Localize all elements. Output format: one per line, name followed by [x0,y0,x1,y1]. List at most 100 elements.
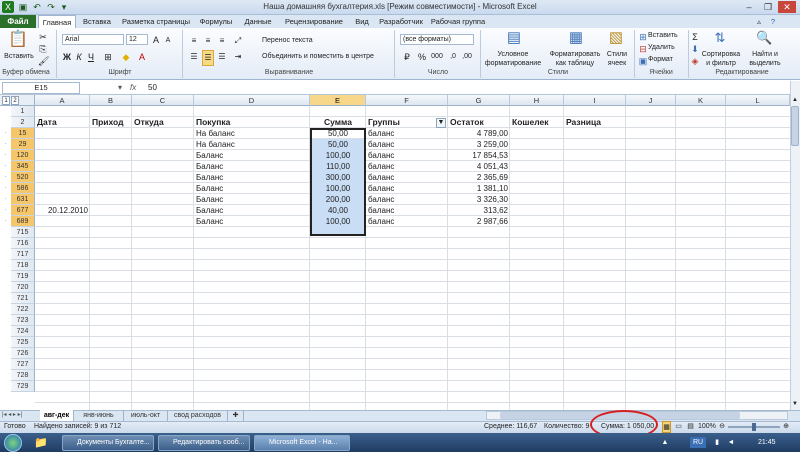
cell-purchase[interactable]: Баланс [194,161,310,172]
header-cell[interactable]: Сумма [310,117,366,128]
restore-icon[interactable]: ❐ [759,1,777,13]
conditional-format-button[interactable]: Условное форматирование [484,50,542,68]
column-header-g[interactable]: G [448,95,510,106]
sheet-tab-svod[interactable]: свод расходов [168,410,228,421]
row-header[interactable]: 727 [11,359,35,370]
column-header-j[interactable]: J [626,95,676,106]
tab-insert[interactable]: Вставка [78,15,116,28]
tab-home[interactable]: Главная [38,15,76,28]
explorer-icon[interactable]: 📁 [34,436,48,450]
decrease-font-icon[interactable]: A [162,34,174,48]
cell-balance[interactable]: 17 854,53 [448,150,510,161]
zoom-slider-thumb[interactable] [752,423,756,431]
cell-group[interactable]: баланс [366,205,448,216]
sheet-tab-yanv-iyun[interactable]: янв-июнь [74,410,124,421]
vertical-scroll-thumb[interactable] [791,106,799,146]
orientation-icon[interactable]: ⤢ [232,34,244,48]
merge-center-button[interactable]: Объединить и поместить в центре [262,52,390,61]
header-cell[interactable]: Покупка [194,117,310,128]
format-as-table-button[interactable]: Форматировать как таблицу [546,50,604,68]
insert-sheet-icon[interactable]: ✚ [228,410,244,421]
row-header[interactable]: 724 [11,326,35,337]
cell-purchase[interactable]: Баланс [194,205,310,216]
scroll-up-icon[interactable]: ▲ [791,96,799,105]
row-header[interactable]: 719 [11,271,35,282]
format-painter-icon[interactable]: 🖌 [38,54,49,68]
taskbar-item-excel[interactable]: Microsoft Excel - На... [254,435,350,451]
row-header[interactable]: 718 [11,260,35,271]
align-center-icon[interactable]: ☰ [202,50,214,66]
sort-filter-button[interactable]: Сортировка и фильтр [700,50,742,68]
thousands-icon[interactable]: 000 [430,50,444,64]
cell-purchase[interactable]: На баланс [194,128,310,139]
cell-balance[interactable]: 313,62 [448,205,510,216]
page-layout-view-icon[interactable]: ▭ [674,421,683,433]
cell-balance[interactable]: 3 326,30 [448,194,510,205]
paste-icon[interactable]: 📋 [8,32,28,48]
scroll-down-icon[interactable]: ▼ [791,400,799,409]
zoom-in-icon[interactable]: ⊕ [782,421,790,433]
row-header[interactable]: 723 [11,315,35,326]
header-cell[interactable]: Разница [564,117,626,128]
cell-styles-icon[interactable]: ▧ [606,30,626,45]
zoom-level[interactable]: 100% [698,421,716,433]
sort-filter-icon[interactable]: ⇅ [712,31,728,45]
font-size-select[interactable]: 12 [126,34,148,45]
minimize-icon[interactable]: – [740,1,758,13]
cell-group[interactable]: баланс [366,172,448,183]
cell-purchase[interactable]: Баланс [194,194,310,205]
align-top-icon[interactable]: ≡ [188,34,200,48]
row-header[interactable]: 717 [11,249,35,260]
tray-up-arrow-icon[interactable]: ▲ [660,433,670,452]
header-cell[interactable]: Откуда [132,117,194,128]
header-cell[interactable]: Кошелек [510,117,564,128]
row-header[interactable]: 520 [11,172,35,183]
cell-group[interactable]: баланс [366,150,448,161]
cell-group[interactable]: баланс [366,194,448,205]
find-select-icon[interactable]: 🔍 [756,31,772,45]
cell-purchase[interactable]: Баланс [194,183,310,194]
format-as-table-icon[interactable]: ▦ [566,30,586,45]
cell-purchase[interactable]: Баланс [194,216,310,227]
font-name-select[interactable]: Arial [62,34,124,45]
header-cell[interactable]: Приход [90,117,132,128]
cell-date[interactable] [35,172,90,183]
tab-workgroup[interactable]: Рабочая группа [428,15,488,28]
cell-date[interactable] [35,139,90,150]
cell-balance[interactable]: 1 381,10 [448,183,510,194]
start-button-icon[interactable] [4,434,22,452]
clock[interactable]: 21:45 [758,433,776,452]
formula-input[interactable]: 50 [148,82,157,94]
fill-color-icon[interactable]: ◆ [120,50,132,64]
paste-button[interactable]: Вставить [2,52,36,61]
cell-purchase[interactable]: Баланс [194,150,310,161]
tab-data[interactable]: Данные [238,15,278,28]
currency-icon[interactable]: ₽ [400,50,414,64]
cell-balance[interactable]: 4 051,43 [448,161,510,172]
taskbar-item-edit-message[interactable]: Редактировать сооб... [158,435,250,451]
percent-icon[interactable]: % [416,50,428,64]
name-box[interactable]: E15 [2,82,80,94]
number-format-select[interactable]: (все форматы) [400,34,474,45]
row-header[interactable]: 729 [11,381,35,392]
increase-decimal-icon[interactable]: ,0 [446,50,460,64]
align-left-icon[interactable]: ☰ [188,50,200,64]
insert-function-icon[interactable]: fx [130,81,144,95]
underline-icon[interactable]: Ч [86,50,96,64]
taskbar-item-documents[interactable]: Документы Бухгалте... [62,435,154,451]
align-bottom-icon[interactable]: ≡ [216,34,228,48]
normal-view-icon[interactable]: ▦ [662,421,671,433]
language-indicator[interactable]: RU [690,437,706,448]
cell-balance[interactable]: 3 259,00 [448,139,510,150]
cell-date[interactable] [35,150,90,161]
column-header-f[interactable]: F [366,95,448,106]
row-header[interactable]: 345 [11,161,35,172]
cell-group[interactable]: баланс [366,128,448,139]
column-header-h[interactable]: H [510,95,564,106]
filter-active-icon[interactable]: ▼ [436,118,446,128]
borders-icon[interactable]: ⊞ [102,50,114,64]
header-cell[interactable]: Остаток [448,117,510,128]
column-header-b[interactable]: B [90,95,132,106]
row-header[interactable]: 720 [11,282,35,293]
column-header-a[interactable]: A [35,95,90,106]
